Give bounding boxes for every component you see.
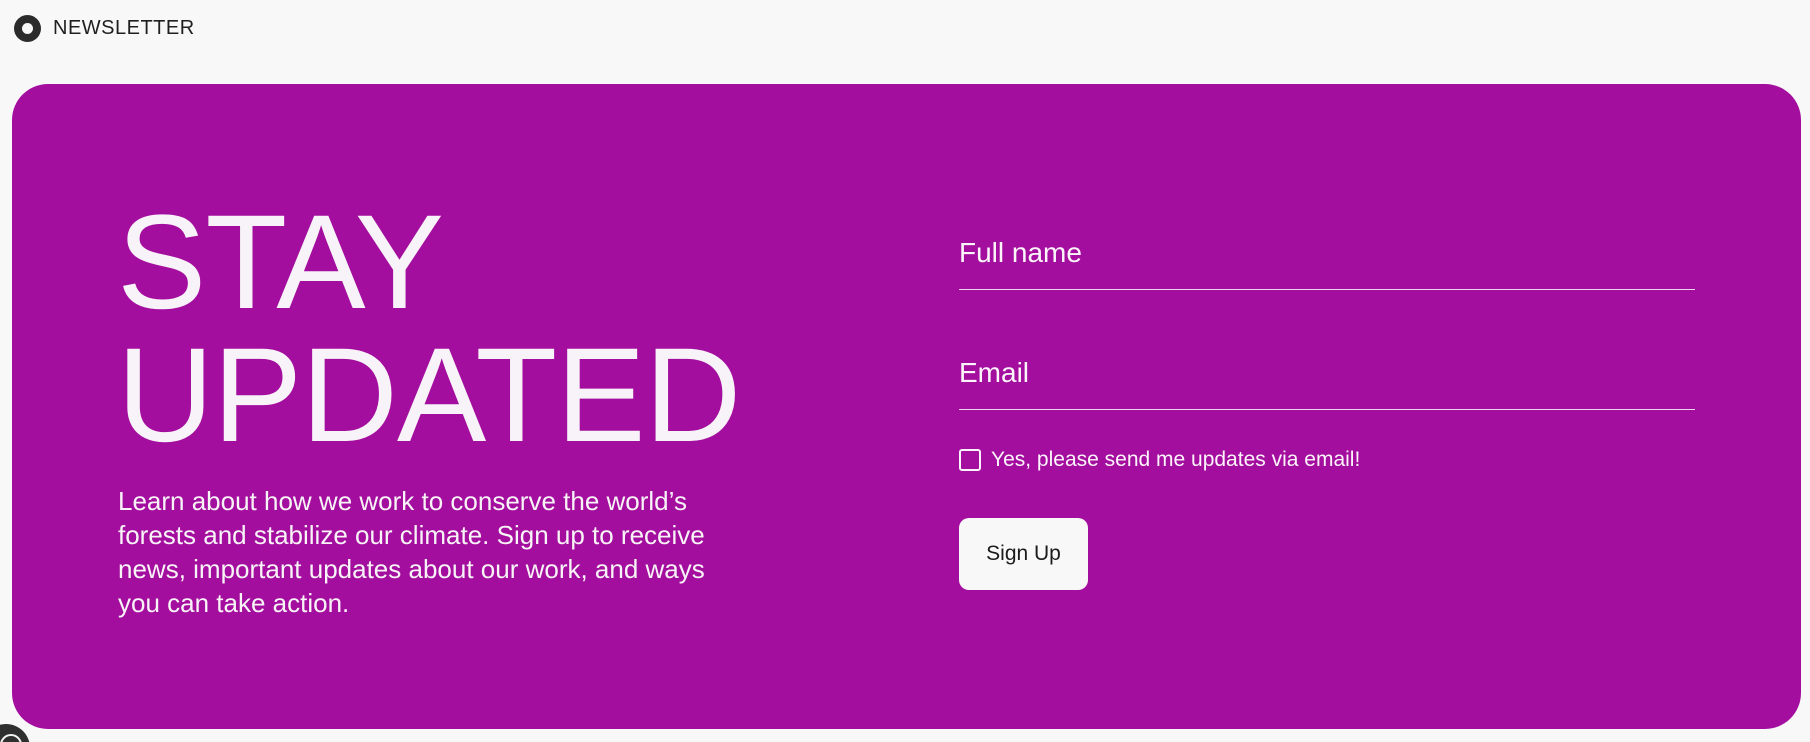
section-header: NEWSLETTER xyxy=(14,14,195,42)
headline-line-2: UPDATED xyxy=(117,321,741,470)
circle-dot-icon xyxy=(14,14,41,42)
newsletter-form: Yes, please send me updates via email! S… xyxy=(959,230,1695,590)
newsletter-description: Learn about how we work to conserve the … xyxy=(118,486,705,618)
full-name-input[interactable] xyxy=(959,237,1695,269)
email-field-wrapper xyxy=(959,350,1695,410)
email-input[interactable] xyxy=(959,357,1695,389)
full-name-field-wrapper xyxy=(959,230,1695,290)
email-consent-checkbox[interactable] xyxy=(959,449,981,471)
email-consent[interactable]: Yes, please send me updates via email! xyxy=(959,448,1695,472)
newsletter-panel: STAY UPDATED Learn about how we work to … xyxy=(12,84,1801,729)
headline-line-1: STAY xyxy=(117,188,444,337)
section-label: NEWSLETTER xyxy=(53,17,195,39)
page: NEWSLETTER STAY UPDATED Learn about how … xyxy=(0,0,1810,742)
sign-up-button[interactable]: Sign Up xyxy=(959,518,1088,590)
newsletter-headline: STAY UPDATED xyxy=(117,188,741,470)
email-consent-label: Yes, please send me updates via email! xyxy=(991,448,1361,471)
accessibility-badge-icon[interactable] xyxy=(0,724,30,742)
